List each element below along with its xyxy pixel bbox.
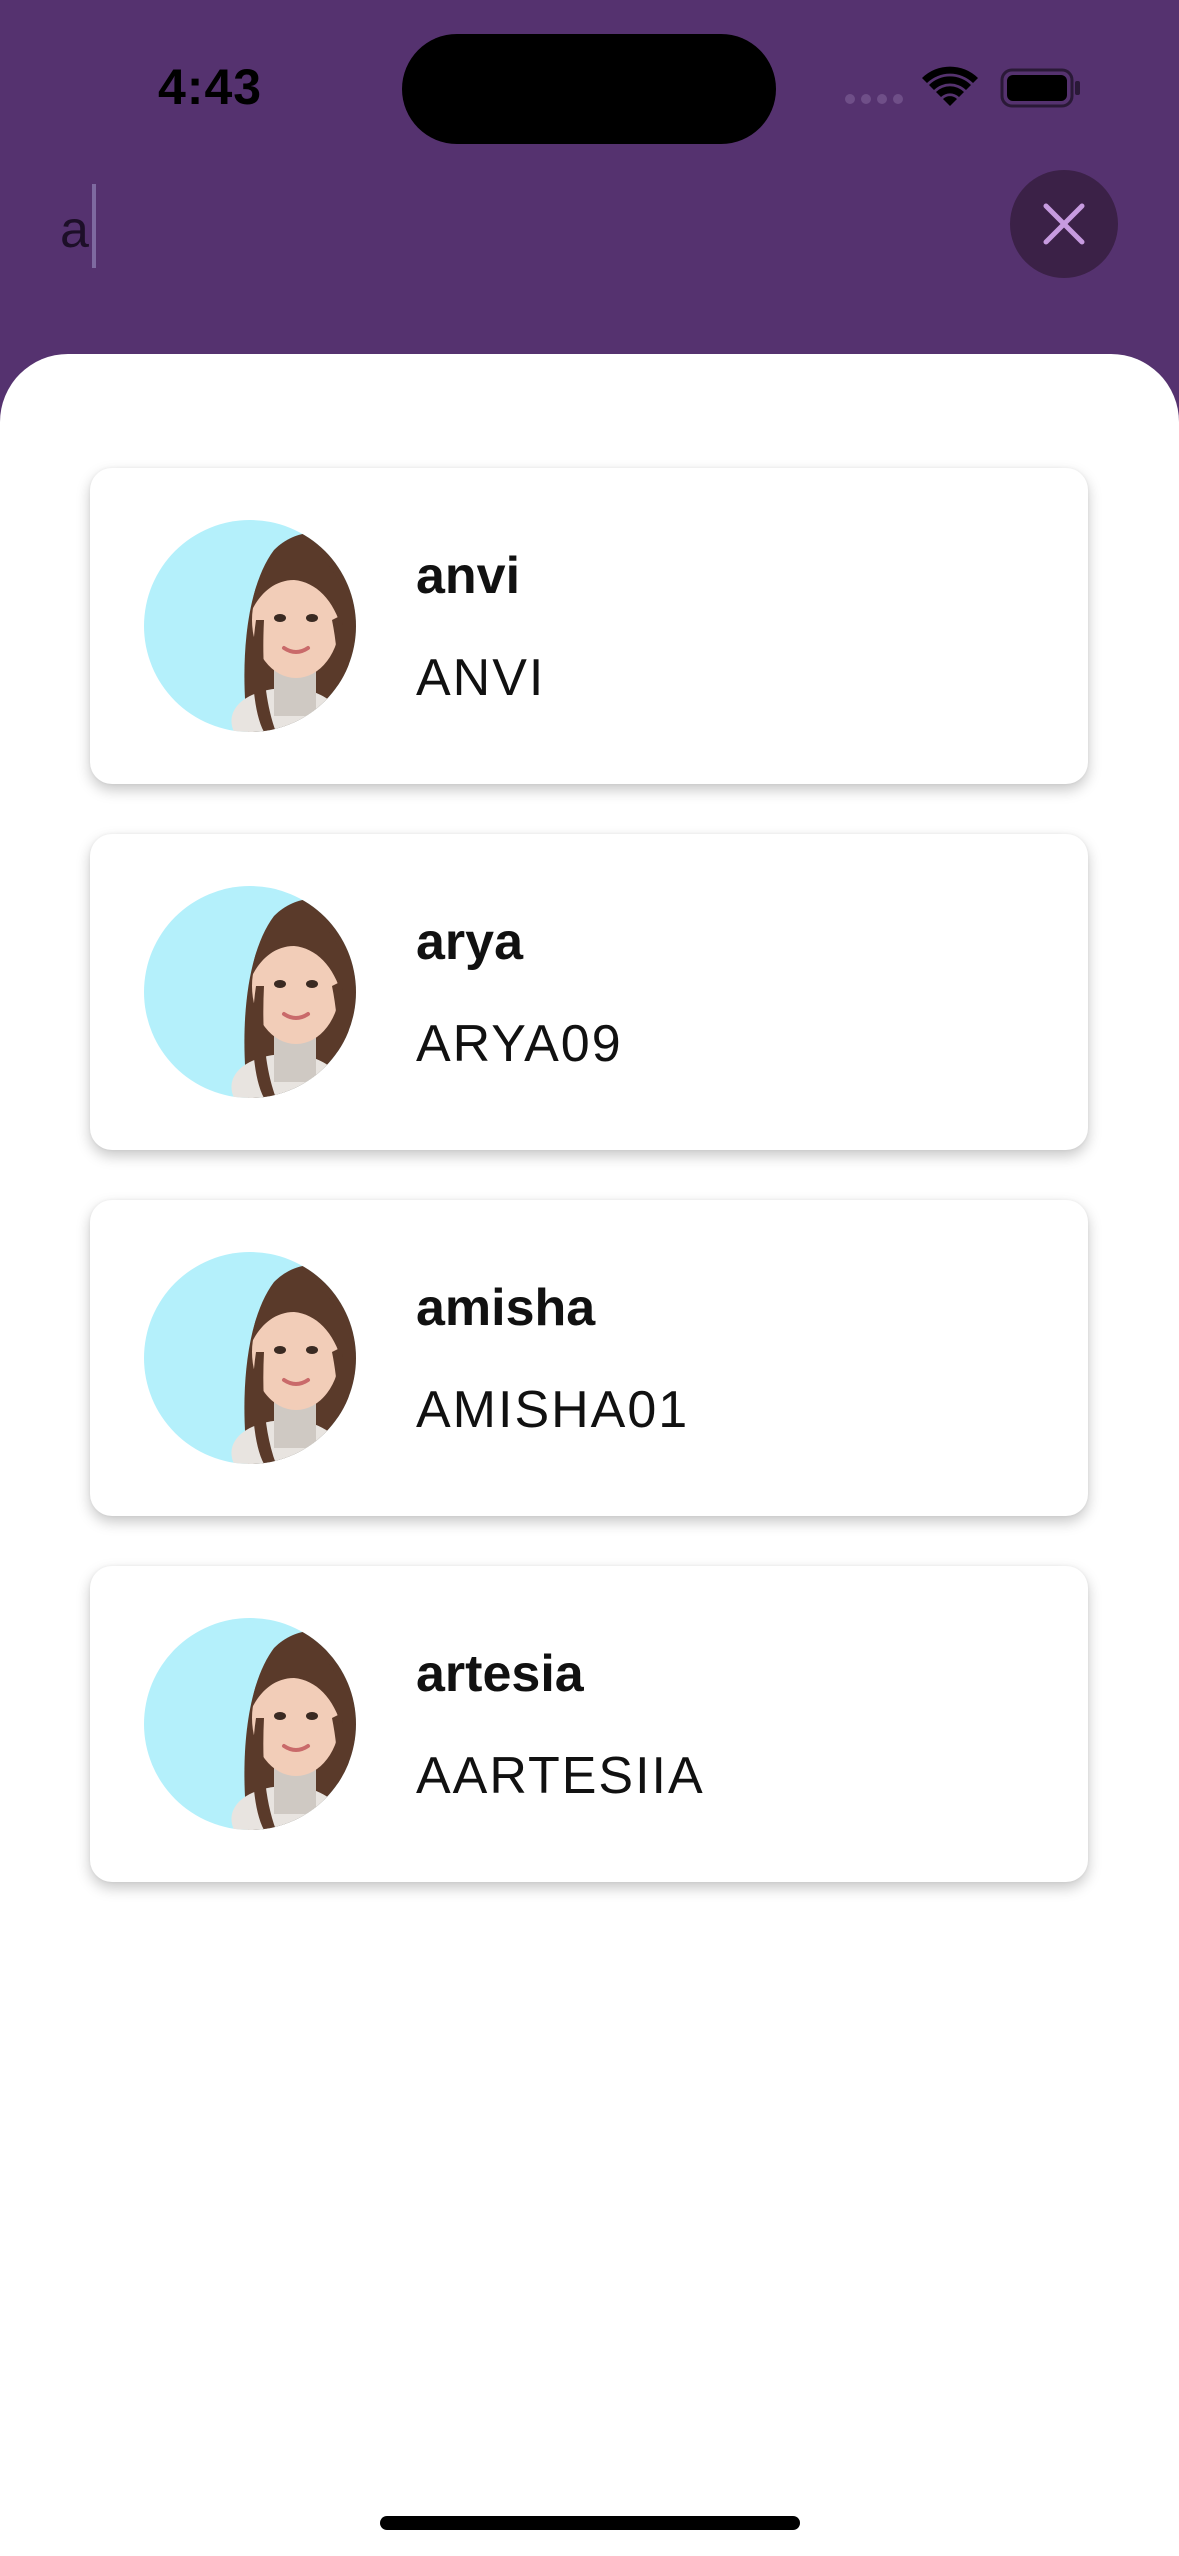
user-display-name: anvi — [416, 547, 521, 605]
user-handle: ARYA09 — [416, 1015, 623, 1073]
cellular-signal-icon — [845, 94, 905, 106]
user-display-name: artesia — [416, 1645, 584, 1703]
results-list: anvi ANVI arya ARYA09 amisha AMISHA01 ar… — [90, 468, 1088, 1932]
avatar — [144, 886, 356, 1098]
text-cursor — [92, 184, 96, 268]
dynamic-island — [402, 34, 776, 144]
user-result-card[interactable]: anvi ANVI — [90, 468, 1088, 784]
close-search-button[interactable] — [1010, 170, 1118, 278]
user-handle: AMISHA01 — [416, 1381, 690, 1439]
user-display-name: arya — [416, 913, 523, 971]
search-input[interactable] — [60, 180, 960, 280]
user-result-card[interactable]: amisha AMISHA01 — [90, 1200, 1088, 1516]
user-result-card[interactable]: artesia AARTESIIA — [90, 1566, 1088, 1882]
battery-icon — [1000, 68, 1082, 108]
user-handle: AARTESIIA — [416, 1747, 705, 1805]
user-display-name: amisha — [416, 1279, 596, 1337]
wifi-icon — [922, 66, 978, 110]
avatar — [144, 1252, 356, 1464]
close-icon — [1043, 203, 1085, 245]
avatar — [144, 1618, 356, 1830]
user-result-card[interactable]: arya ARYA09 — [90, 834, 1088, 1150]
results-sheet: anvi ANVI arya ARYA09 amisha AMISHA01 ar… — [0, 354, 1179, 2556]
search-header — [0, 170, 1179, 360]
status-bar: 4:43 — [0, 0, 1179, 170]
user-handle: ANVI — [416, 649, 546, 707]
status-time: 4:43 — [158, 59, 263, 115]
home-indicator[interactable] — [380, 2516, 800, 2530]
avatar — [144, 520, 356, 732]
